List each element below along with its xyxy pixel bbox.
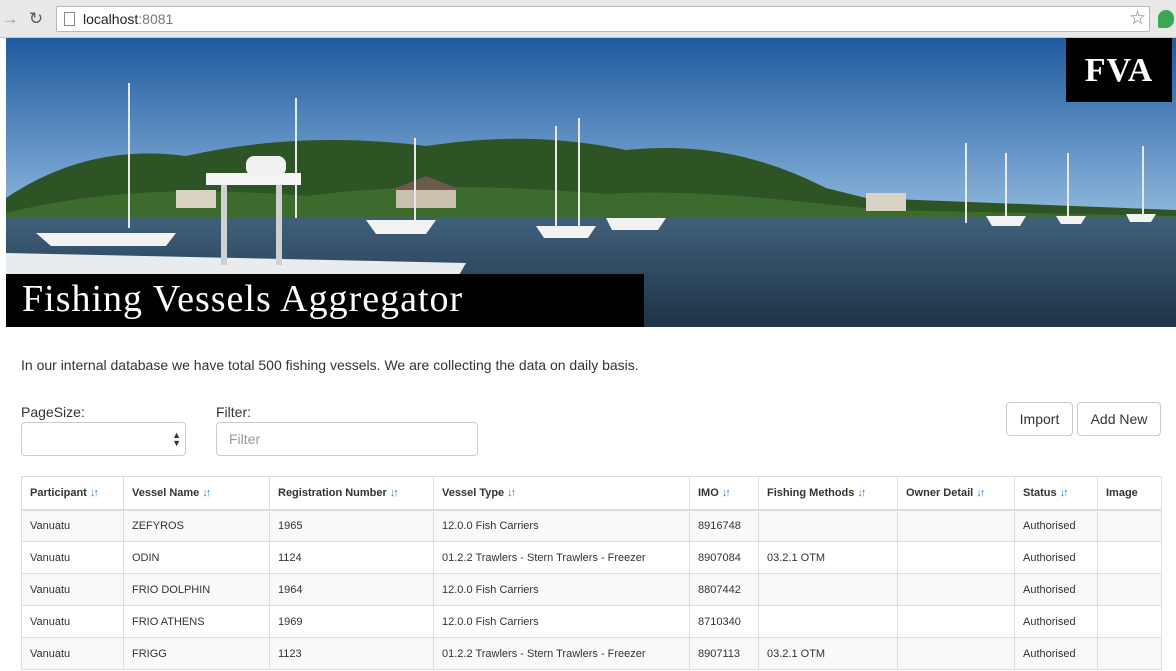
header-banner: FVA Fishing Vessels Aggregator [6,38,1176,327]
table-cell: Vanuatu [21,605,124,638]
table-cell: ZEFYROS [123,509,270,542]
bookmark-star-icon[interactable]: ☆ [1129,8,1146,30]
reload-icon[interactable]: ↻ [26,9,46,29]
column-label: IMO [698,486,719,499]
table-cell: Authorised [1014,605,1098,638]
table-cell [897,637,1015,670]
column-header-vessel-type[interactable]: Vessel Type ↓↑ [433,476,690,511]
filter-label: Filter: [216,404,251,420]
table-cell: Vanuatu [21,573,124,606]
table-cell: 8916748 [689,509,759,542]
table-cell: 8710340 [689,605,759,638]
table-cell: 12.0.0 Fish Carriers [433,573,690,606]
sort-icon[interactable]: ↓↑ [857,487,866,499]
fva-logo: FVA [1066,38,1172,102]
column-label: Image [1106,486,1138,499]
filter-input[interactable]: Filter [216,422,478,456]
back-arrow-icon[interactable]: → [0,9,20,29]
column-header-image: Image [1097,476,1162,511]
table-cell [758,605,898,638]
sort-icon[interactable]: ↓↑ [202,487,211,499]
pagesize-select[interactable]: ▲ ▼ [21,422,186,456]
column-header-vessel-name[interactable]: Vessel Name ↓↑ [123,476,270,511]
table-cell [758,509,898,542]
sort-icon[interactable]: ↓↑ [390,487,399,499]
table-cell [1097,541,1162,574]
table-row[interactable]: Vanuatu ZEFYROS 1965 12.0.0 Fish Carriers 89… [21,509,1162,542]
table-cell: 1123 [269,637,434,670]
column-label: Registration Number [278,486,387,499]
select-arrows-icon: ▲ ▼ [172,430,181,448]
browser-toolbar: → ↻ localhost:8081 ☆ [0,0,1176,38]
table-cell [758,573,898,606]
table-cell: FRIO DOLPHIN [123,573,270,606]
table-cell: Vanuatu [21,637,124,670]
table-cell: 1965 [269,509,434,542]
column-header-imo[interactable]: IMO ↓↑ [689,476,759,511]
table-cell: 1964 [269,573,434,606]
table-cell: Authorised [1014,573,1098,606]
column-label: Fishing Methods [767,486,855,499]
sort-icon[interactable]: ↓↑ [722,487,731,499]
table-row[interactable]: Vanuatu FRIGG 1123 01.2.2 Trawlers - Stern … [21,637,1162,670]
vessels-table: Participant ↓↑ Vessel Name ↓↑ Registration N… [21,476,1162,670]
url-text: localhost:8081 [83,11,174,27]
column-header-fishing-methods[interactable]: Fishing Methods ↓↑ [758,476,898,511]
table-row[interactable]: Vanuatu FRIO ATHENS 1969 12.0.0 Fish Carrie… [21,605,1162,638]
table-cell [897,605,1015,638]
import-button[interactable]: Import [1006,402,1073,436]
table-cell [1097,637,1162,670]
pagesize-label: PageSize: [21,404,85,420]
table-cell: Vanuatu [21,509,124,542]
table-cell [897,541,1015,574]
table-cell: FRIO ATHENS [123,605,270,638]
column-label: Vessel Type [442,486,505,499]
intro-text: In our internal database we have total 5… [21,357,639,373]
table-cell [1097,573,1162,606]
table-cell: Vanuatu [21,541,124,574]
site-title: Fishing Vessels Aggregator [6,274,644,327]
table-cell: 1969 [269,605,434,638]
table-cell: Authorised [1014,637,1098,670]
table-cell: Authorised [1014,509,1098,542]
table-cell: Authorised [1014,541,1098,574]
table-cell [897,573,1015,606]
column-header-owner-detail[interactable]: Owner Detail ↓↑ [897,476,1015,511]
table-cell: 12.0.0 Fish Carriers [433,509,690,542]
table-cell: 12.0.0 Fish Carriers [433,605,690,638]
column-header-participant[interactable]: Participant ↓↑ [21,476,124,511]
table-cell [897,509,1015,542]
table-cell: 03.2.1 OTM [758,637,898,670]
address-bar[interactable]: localhost:8081 ☆ [56,6,1150,32]
sort-icon[interactable]: ↓↑ [1060,487,1069,499]
column-label: Status [1023,486,1057,499]
table-cell: 03.2.1 OTM [758,541,898,574]
table-header-row: Participant ↓↑ Vessel Name ↓↑ Registration N… [21,476,1162,511]
column-header-registration-number[interactable]: Registration Number ↓↑ [269,476,434,511]
column-label: Owner Detail [906,486,974,499]
column-header-status[interactable]: Status ↓↑ [1014,476,1098,511]
table-cell: 1124 [269,541,434,574]
column-label: Vessel Name [132,486,200,499]
table-row[interactable]: Vanuatu FRIO DOLPHIN 1964 12.0.0 Fish Carri… [21,573,1162,606]
column-label: Participant [30,486,87,499]
table-cell: 01.2.2 Trawlers - Stern Trawlers - Freez… [433,541,690,574]
page-icon [64,12,75,26]
table-cell [1097,509,1162,542]
table-cell: 8907084 [689,541,759,574]
table-body: Vanuatu ZEFYROS 1965 12.0.0 Fish Carriers 89… [21,509,1162,670]
table-cell: 8907113 [689,637,759,670]
table-cell: 8807442 [689,573,759,606]
add-new-button[interactable]: Add New [1077,402,1161,436]
table-cell: ODIN [123,541,270,574]
table-cell [1097,605,1162,638]
sort-icon[interactable]: ↓↑ [976,487,985,499]
sort-icon[interactable]: ↓↑ [90,487,99,499]
extension-icon[interactable] [1158,10,1174,28]
table-row[interactable]: Vanuatu ODIN 1124 01.2.2 Trawlers - Stern T… [21,541,1162,574]
sort-icon[interactable]: ↓↑ [507,487,516,499]
table-cell: 01.2.2 Trawlers - Stern Trawlers - Freez… [433,637,690,670]
table-cell: FRIGG [123,637,270,670]
